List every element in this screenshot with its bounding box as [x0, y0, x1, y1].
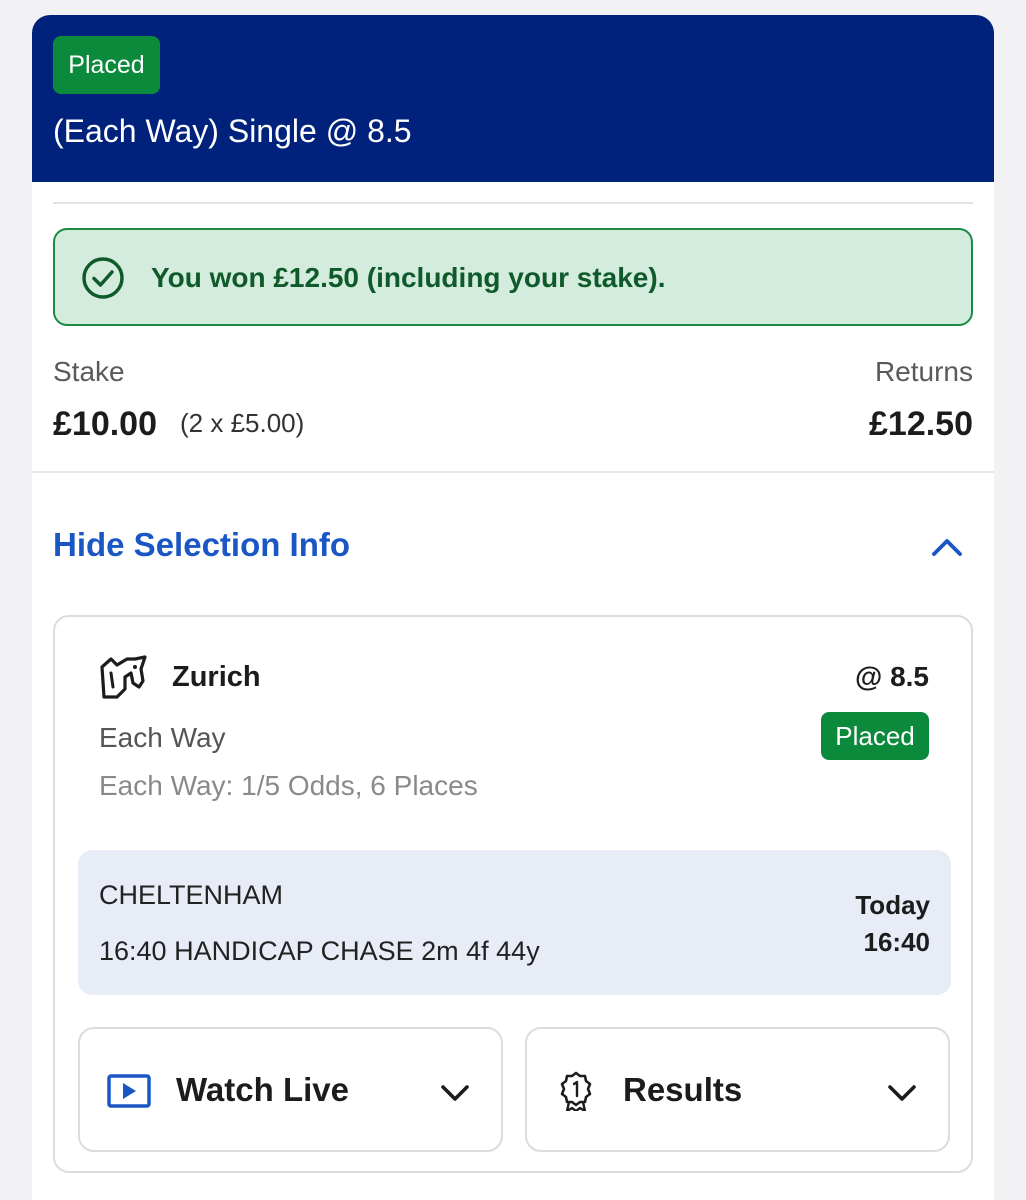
- selection-status-badge: Placed: [821, 712, 929, 760]
- play-video-icon: [107, 1074, 151, 1108]
- bet-header: Placed (Each Way) Single @ 8.5: [32, 15, 994, 182]
- placed-status-badge: Placed: [53, 36, 160, 94]
- chevron-down-icon: [441, 1085, 469, 1101]
- bet-card: Placed (Each Way) Single @ 8.5 You won £…: [32, 15, 994, 1200]
- event-day: Today: [855, 890, 930, 920]
- chevron-up-icon[interactable]: [930, 530, 964, 564]
- event-info: CHELTENHAM 16:40 HANDICAP CHASE 2m 4f 44…: [78, 850, 951, 995]
- stake-breakdown: (2 x £5.00): [180, 408, 305, 438]
- hide-selection-info-link[interactable]: Hide Selection Info: [53, 526, 350, 564]
- horse-racing-icon: [100, 655, 147, 699]
- win-message: You won £12.50 (including your stake).: [151, 262, 666, 293]
- win-banner: You won £12.50 (including your stake).: [53, 228, 973, 326]
- watch-live-button[interactable]: Watch Live: [78, 1027, 503, 1152]
- results-label: Results: [623, 1071, 743, 1108]
- returns-value: £12.50: [869, 405, 973, 443]
- stake-value: £10.00: [53, 405, 157, 443]
- divider: [53, 202, 973, 204]
- stake-label: Stake: [53, 356, 125, 387]
- divider: [32, 471, 994, 473]
- event-race: 16:40 HANDICAP CHASE 2m 4f 44y: [99, 936, 540, 966]
- selection-card: Zurich @ 8.5 Each Way Placed Each Way: 1…: [53, 615, 973, 1173]
- results-button[interactable]: Results: [525, 1027, 950, 1152]
- watch-live-label: Watch Live: [176, 1071, 349, 1108]
- market-name: Each Way: [99, 722, 226, 753]
- each-way-terms: Each Way: 1/5 Odds, 6 Places: [99, 770, 478, 801]
- bet-type-title: (Each Way) Single @ 8.5: [53, 113, 412, 149]
- selection-odds: @ 8.5: [854, 661, 929, 692]
- award-ribbon-icon: [560, 1071, 592, 1111]
- event-venue: CHELTENHAM: [99, 880, 284, 910]
- selection-name: Zurich: [172, 661, 261, 693]
- returns-label: Returns: [874, 356, 973, 387]
- check-circle-icon: [82, 257, 124, 299]
- event-time: 16:40: [863, 927, 931, 957]
- chevron-down-icon: [888, 1085, 916, 1101]
